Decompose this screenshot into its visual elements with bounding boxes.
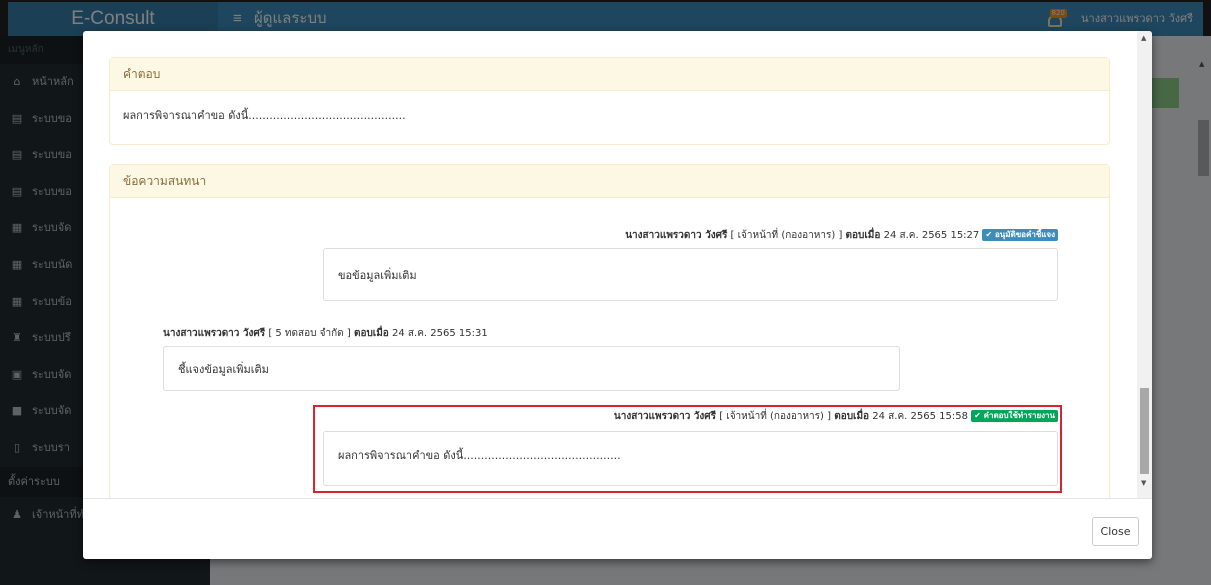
message-text: ชี้แจงข้อมูลเพิ่มเติม <box>163 346 900 391</box>
scroll-down-arrow-icon[interactable]: ▼ <box>1141 479 1146 487</box>
status-badge: ✔ คำตอบใช้ทำรายงาน <box>971 410 1058 422</box>
answer-panel-title: คำตอบ <box>110 58 1109 91</box>
message-datetime: 24 ส.ค. 2565 15:27 <box>883 230 980 241</box>
message-datetime: 24 ส.ค. 2565 15:58 <box>872 411 968 422</box>
message-meta: นางสาวแพรวดาว วังศรี [ เจ้าหน้าที่ (กองอ… <box>614 409 1058 424</box>
message-meta: นางสาวแพรวดาว วังศรี [ เจ้าหน้าที่ (กองอ… <box>625 228 1058 243</box>
status-badge: ✔ อนุมัติขอคำชี้แจง <box>982 229 1058 241</box>
message-text: ขอข้อมูลเพิ่มเติม <box>323 248 1058 301</box>
message-meta: นางสาวแพรวดาว วังศรี [ 5 ทดสอบ จำกัด ] ต… <box>163 326 488 341</box>
close-button[interactable]: Close <box>1092 517 1139 546</box>
conversation-panel-title: ข้อความสนทนา <box>110 165 1109 198</box>
message-replied-label: ตอบเมื่อ <box>845 230 881 241</box>
modal-scrollbar-thumb[interactable] <box>1140 388 1149 474</box>
message-author: นางสาวแพรวดาว วังศรี <box>613 411 717 422</box>
message-role: [ เจ้าหน้าที่ (กองอาหาร) ] <box>719 411 832 422</box>
message-text: ผลการพิจารณาคำขอ ดังนี้.................… <box>323 431 1058 486</box>
answer-panel-body: ผลการพิจารณาคำขอ ดังนี้.................… <box>123 109 406 122</box>
message-role: [ เจ้าหน้าที่ (กองอาหาร) ] <box>730 230 843 241</box>
message-datetime: 24 ส.ค. 2565 15:31 <box>392 328 488 339</box>
conversation-modal: คำตอบ ผลการพิจารณาคำขอ ดังนี้...........… <box>83 31 1152 559</box>
message-role: [ 5 ทดสอบ จำกัด ] <box>268 328 351 339</box>
answer-panel: คำตอบ ผลการพิจารณาคำขอ ดังนี้...........… <box>109 57 1110 145</box>
message-author: นางสาวแพรวดาว วังศรี <box>163 328 266 339</box>
message-author: นางสาวแพรวดาว วังศรี <box>625 230 728 241</box>
message-replied-label: ตอบเมื่อ <box>353 328 389 339</box>
modal-scrollbar[interactable]: ▲ ▼ <box>1137 31 1152 498</box>
modal-body: คำตอบ ผลการพิจารณาคำขอ ดังนี้...........… <box>83 31 1152 498</box>
modal-footer: Close <box>83 498 1152 559</box>
scroll-up-arrow-icon[interactable]: ▲ <box>1141 34 1146 42</box>
message-replied-label: ตอบเมื่อ <box>834 411 870 422</box>
